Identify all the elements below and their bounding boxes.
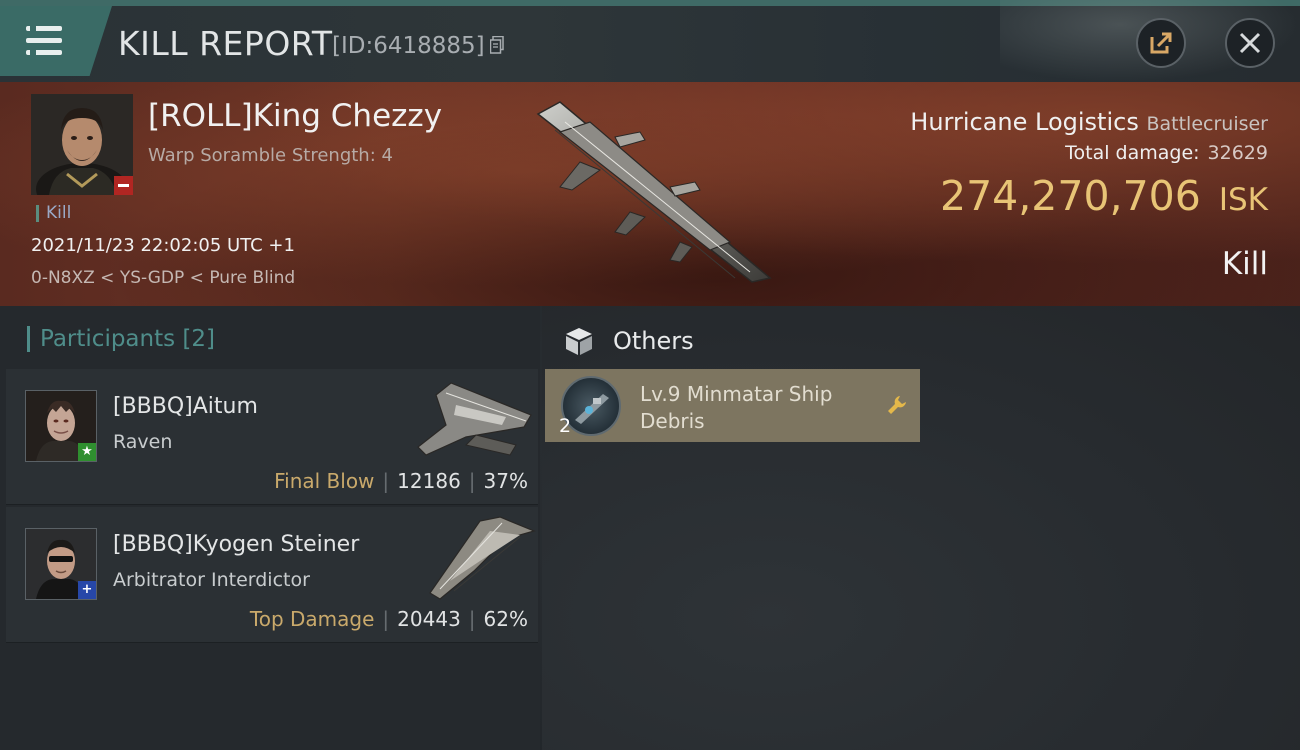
ship-class: Battlecruiser <box>1146 113 1268 135</box>
plus-icon: + <box>78 581 96 599</box>
participant-portrait[interactable]: ★ <box>25 390 97 462</box>
participants-header: Participants [2] <box>27 326 215 352</box>
participant-stats: Final Blow | 12186 | 37% <box>274 469 528 493</box>
total-damage: Total damage: 32629 <box>1065 142 1268 164</box>
item-quantity: 2 <box>559 415 572 437</box>
top-damage-tag: Top Damage <box>249 607 375 631</box>
share-icon <box>1150 32 1172 54</box>
participant-ship: Arbitrator Interdictor <box>113 569 310 591</box>
participant-stats: Top Damage | 20443 | 62% <box>249 607 528 631</box>
kill-type-tag: Kill <box>36 205 71 222</box>
participant-row[interactable]: + [BBBQ]Kyogen Steiner Arbitrator Interd… <box>6 507 538 643</box>
isk-value: 274,270,706 ISK <box>940 172 1268 220</box>
participant-name[interactable]: [BBBQ]Aitum <box>113 394 258 419</box>
wrench-icon <box>888 396 906 414</box>
victim-name[interactable]: [ROLL]King Chezzy <box>148 98 442 134</box>
box-icon <box>566 328 592 355</box>
kill-report-screen: KILL REPORT [ID:6418885] [ROLL]King Chez… <box>0 0 1300 750</box>
isk-unit: ISK <box>1218 182 1268 218</box>
final-blow-tag: Final Blow <box>274 469 375 493</box>
participant-damage-percent: 37% <box>483 469 528 493</box>
copy-icon[interactable] <box>490 36 504 54</box>
total-damage-label: Total damage: <box>1065 142 1200 164</box>
participant-name[interactable]: [BBBQ]Kyogen Steiner <box>113 532 359 557</box>
participant-ship: Raven <box>113 431 173 453</box>
others-header: Others <box>613 327 694 355</box>
participants-count: [2] <box>182 326 216 352</box>
close-button[interactable] <box>1225 18 1275 68</box>
loot-item[interactable]: 2 Lv.9 Minmatar Ship Debris <box>545 369 920 442</box>
item-name: Lv.9 Minmatar Ship Debris <box>640 382 833 433</box>
total-damage-value: 32629 <box>1207 142 1268 164</box>
share-button[interactable] <box>1136 18 1186 68</box>
participant-damage-percent: 62% <box>483 607 528 631</box>
star-icon: ★ <box>78 443 96 461</box>
hostile-status-badge <box>114 176 133 195</box>
participant-ship-image <box>429 516 536 600</box>
kill-result: Kill <box>1221 246 1268 282</box>
page-title: KILL REPORT <box>118 24 333 63</box>
participant-damage: 12186 <box>397 469 461 493</box>
victim-ship-name: Hurricane Logistics Battlecruiser <box>910 108 1268 136</box>
victim-ship-image[interactable] <box>520 92 790 292</box>
participant-damage: 20443 <box>397 607 461 631</box>
participant-ship-image <box>417 382 532 456</box>
isk-amount: 274,270,706 <box>940 172 1201 220</box>
warp-scramble-strength: Warp Soramble Strength: 4 <box>148 145 393 166</box>
ship-type[interactable]: Hurricane Logistics <box>910 108 1139 136</box>
report-id: [ID:6418885] <box>332 33 485 59</box>
close-icon <box>1239 32 1261 54</box>
participant-portrait[interactable]: + <box>25 528 97 600</box>
participants-label: Participants <box>40 326 176 352</box>
participant-row[interactable]: ★ [BBBQ]Aitum Raven Final Blow | 12186 | 37% <box>6 369 538 505</box>
kill-location[interactable]: 0-N8XZ < YS-GDP < Pure Blind <box>31 268 295 288</box>
kill-timestamp: 2021/11/23 22:02:05 UTC +1 <box>31 235 295 256</box>
